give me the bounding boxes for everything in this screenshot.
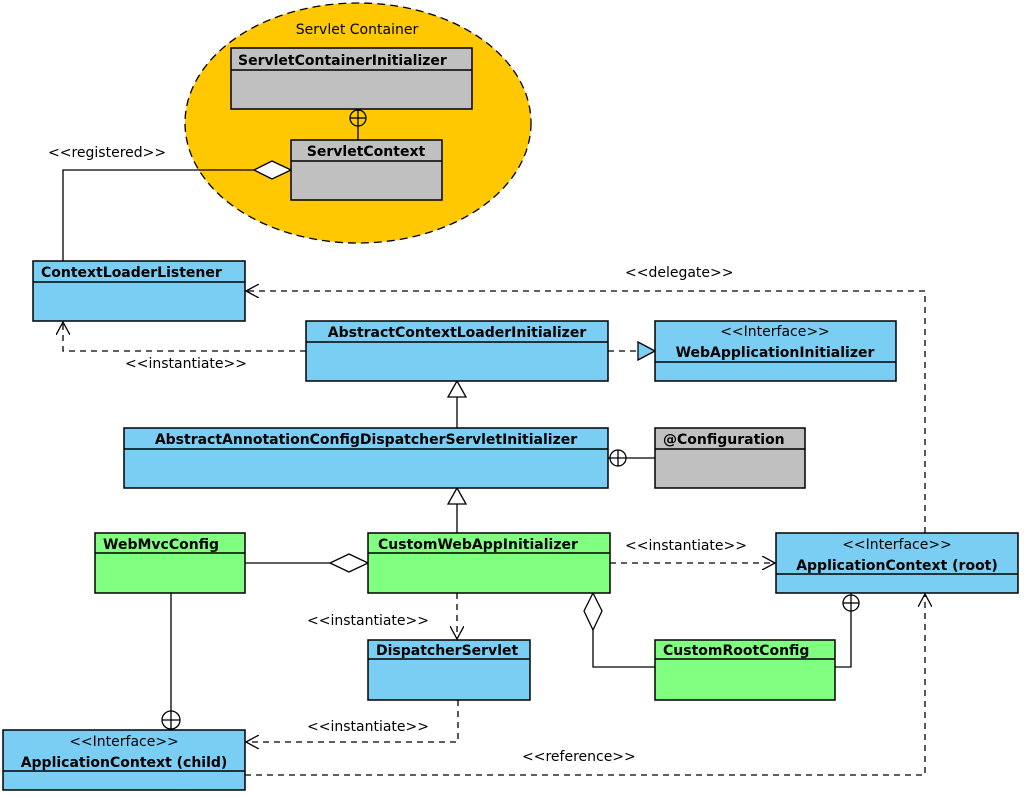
class-servlet-container-initializer[interactable]: ServletContainerInitializer xyxy=(230,47,473,110)
svg-text:ApplicationContext (root): ApplicationContext (root) xyxy=(796,558,998,574)
class-web-mvc-config[interactable]: WebMvcConfig xyxy=(94,532,246,594)
label-registered: <<registered>> xyxy=(48,145,166,161)
svg-text:ApplicationContext (child): ApplicationContext (child) xyxy=(21,755,228,771)
svg-text:AbstractContextLoaderInitializ: AbstractContextLoaderInitializer xyxy=(328,325,587,341)
class-configuration[interactable]: @Configuration xyxy=(654,427,806,489)
class-servlet-context[interactable]: ServletContext xyxy=(290,139,443,201)
generalization-arrow xyxy=(446,379,468,398)
label-instantiate: <<instantiate>> xyxy=(307,613,429,629)
label-instantiate: <<instantiate>> xyxy=(625,538,747,554)
svg-text:AbstractAnnotationConfigDispat: AbstractAnnotationConfigDispatcherServle… xyxy=(155,432,577,448)
aggregation-diamond xyxy=(328,553,370,573)
svg-text:WebMvcConfig: WebMvcConfig xyxy=(103,537,219,553)
svg-text:<<Interface>>: <<Interface>> xyxy=(842,537,952,553)
class-dispatcher-servlet[interactable]: DispatcherServlet xyxy=(367,639,531,701)
realization-arrow xyxy=(637,340,657,362)
svg-text:<<Interface>>: <<Interface>> xyxy=(69,734,179,750)
class-custom-web-app-initializer[interactable]: CustomWebAppInitializer xyxy=(367,532,611,594)
generalization-arrow xyxy=(446,486,468,505)
svg-text:ServletContainerInitializer: ServletContainerInitializer xyxy=(238,53,447,69)
svg-text:<<Interface>>: <<Interface>> xyxy=(720,324,830,340)
svg-text:WebApplicationInitializer: WebApplicationInitializer xyxy=(676,345,875,361)
class-context-loader-listener[interactable]: ContextLoaderListener xyxy=(32,260,246,322)
class-abstract-context-loader-initializer[interactable]: AbstractContextLoaderInitializer xyxy=(305,320,609,382)
svg-text:CustomWebAppInitializer: CustomWebAppInitializer xyxy=(378,537,578,553)
svg-text:DispatcherServlet: DispatcherServlet xyxy=(376,643,518,659)
interface-web-application-initializer[interactable]: <<Interface>> WebApplicationInitializer xyxy=(654,320,897,382)
label-instantiate: <<instantiate>> xyxy=(307,719,429,735)
svg-text:ContextLoaderListener: ContextLoaderListener xyxy=(41,265,222,281)
uml-class-diagram: Servlet Container <<registered>> <<deleg… xyxy=(2,2,1019,791)
label-instantiate: <<instantiate>> xyxy=(125,356,247,372)
class-custom-root-config[interactable]: CustomRootConfig xyxy=(654,639,836,701)
label-reference: <<reference>> xyxy=(522,749,636,765)
servlet-container-title: Servlet Container xyxy=(296,22,419,38)
label-delegate: <<delegate>> xyxy=(625,265,734,281)
interface-application-context-child[interactable]: <<Interface>> ApplicationContext (child) xyxy=(2,729,246,791)
svg-text:@Configuration: @Configuration xyxy=(663,432,785,448)
interface-application-context-root[interactable]: <<Interface>> ApplicationContext (root) xyxy=(775,532,1019,594)
svg-text:CustomRootConfig: CustomRootConfig xyxy=(663,643,809,659)
aggregation-diamond xyxy=(583,591,603,632)
class-abstract-annotation-config-dispatcher-servlet-initializer[interactable]: AbstractAnnotationConfigDispatcherServle… xyxy=(123,427,609,489)
svg-text:ServletContext: ServletContext xyxy=(307,144,426,160)
